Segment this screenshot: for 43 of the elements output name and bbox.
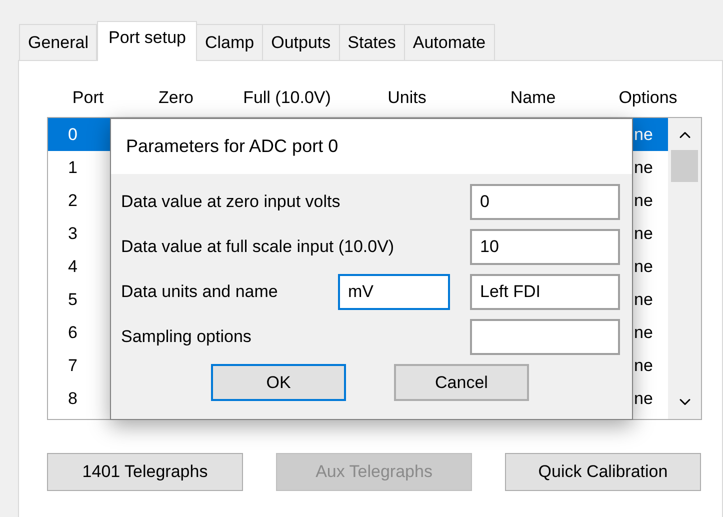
tab[interactable]: General	[19, 24, 98, 60]
dialog-button[interactable]: Cancel	[394, 364, 529, 401]
list-row[interactable]: 2	[48, 184, 110, 217]
list-row[interactable]: ne	[632, 118, 668, 151]
input-field[interactable]	[470, 319, 620, 355]
list-row[interactable]: ne	[632, 151, 668, 184]
column-header: Options	[618, 87, 678, 110]
column-header: Units	[386, 87, 428, 110]
field-label: Data value at full scale input (10.0V)	[121, 236, 396, 258]
scrollbar-thumb[interactable]	[671, 150, 698, 182]
input-field[interactable]: mV	[338, 274, 450, 310]
list-row[interactable]: ne	[632, 217, 668, 250]
list-row[interactable]: ne	[632, 316, 668, 349]
list-row[interactable]: 7	[48, 349, 110, 382]
input-field[interactable]: 10	[470, 229, 620, 265]
column-header: Zero	[158, 87, 194, 110]
list-row[interactable]: 0	[48, 118, 110, 151]
list-row[interactable]: ne	[632, 283, 668, 316]
column-header: Port	[71, 87, 105, 110]
column-header: Full (10.0V)	[242, 87, 332, 110]
dialog-button[interactable]: OK	[211, 364, 346, 401]
input-field[interactable]: Left FDI	[470, 274, 620, 310]
list-row[interactable]: 8	[48, 382, 110, 415]
list-row[interactable]: 4	[48, 250, 110, 283]
field-label: Data units and name	[121, 281, 279, 304]
list-row[interactable]: 3	[48, 217, 110, 250]
field-label: Sampling options	[121, 326, 252, 348]
list-row[interactable]: ne	[632, 349, 668, 382]
tab[interactable]: Automate	[404, 24, 495, 60]
input-field[interactable]: 0	[470, 184, 620, 220]
list-row[interactable]: ne	[632, 184, 668, 217]
list-row[interactable]: 6	[48, 316, 110, 349]
action-button[interactable]: 1401 Telegraphs	[47, 453, 243, 491]
list-row[interactable]: 5	[48, 283, 110, 316]
list-row[interactable]: 1	[48, 151, 110, 184]
list-row[interactable]: ne	[632, 250, 668, 283]
tab[interactable]: Port setup	[97, 21, 197, 61]
field-label: Data value at zero input volts	[121, 191, 342, 214]
action-button[interactable]: Quick Calibration	[505, 453, 701, 491]
list-row[interactable]: ne	[632, 382, 668, 415]
dialog-title: Parameters for ADC port 0	[126, 135, 338, 158]
column-header: Name	[509, 87, 557, 110]
scrollbar[interactable]	[668, 118, 701, 419]
